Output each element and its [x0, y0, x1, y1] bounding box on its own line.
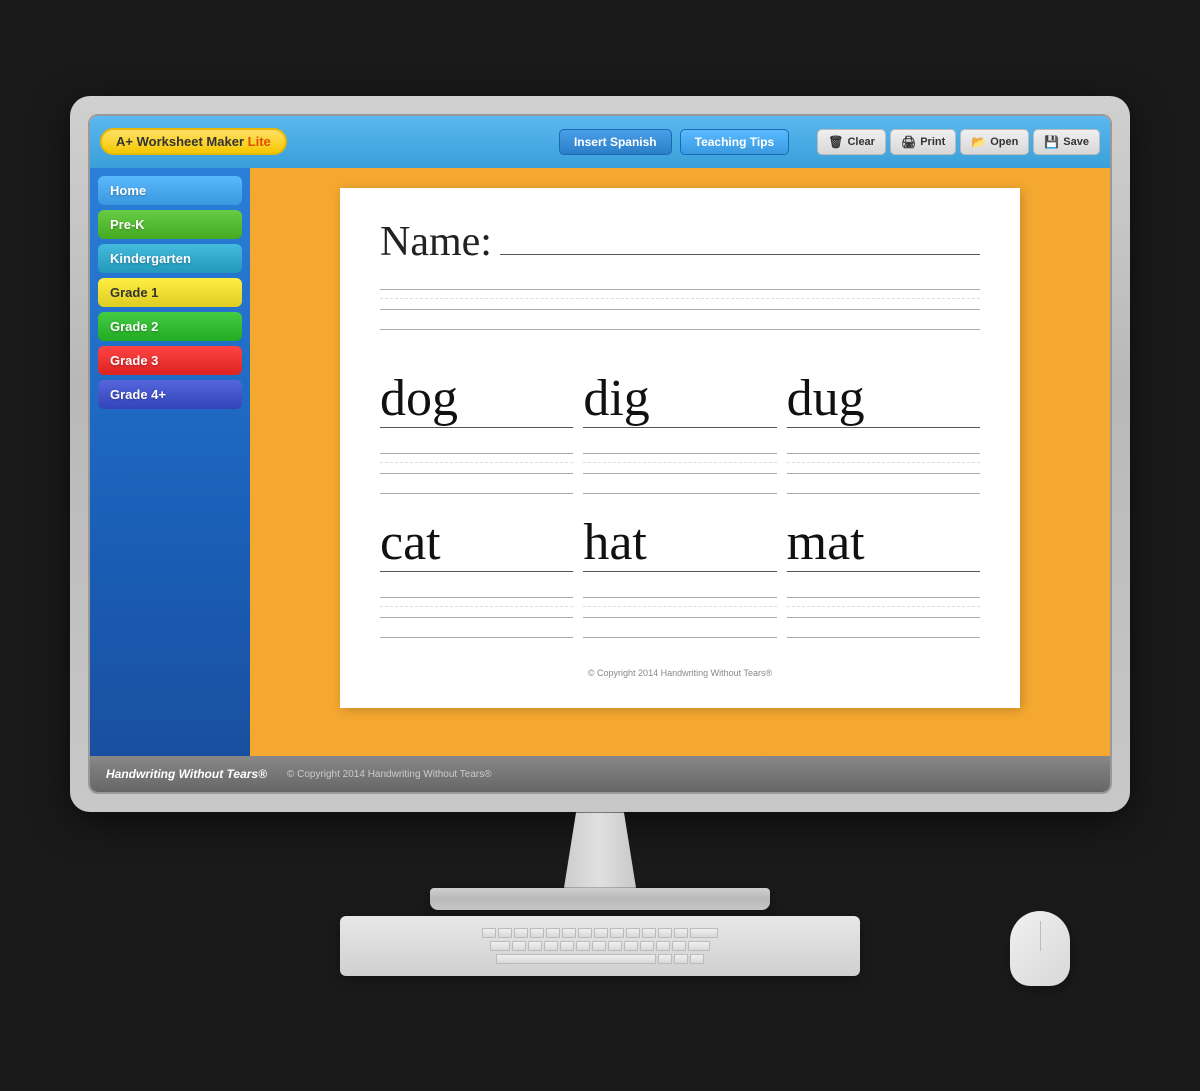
save-button[interactable]: 💾 Save: [1033, 129, 1100, 155]
print-button[interactable]: 🖨 Print: [890, 129, 956, 155]
sidebar-item-grade2[interactable]: Grade 2: [98, 312, 242, 341]
word-cell-cat: cat: [380, 504, 573, 648]
word-cell-hat: hat: [583, 504, 776, 648]
monitor-stand-neck: [540, 812, 660, 887]
footer-brand: Handwriting Without Tears®: [106, 767, 267, 781]
word-dog: dog: [380, 370, 573, 427]
word-cell-dig: dig: [583, 360, 776, 504]
keyboard: [340, 916, 860, 976]
mouse: [1010, 911, 1070, 986]
logo-badge: A+ Worksheet Maker Lite: [100, 128, 287, 155]
logo-lite: Lite: [248, 134, 271, 149]
app: A+ Worksheet Maker Lite Insert Spanish T…: [90, 116, 1110, 793]
monitor: A+ Worksheet Maker Lite Insert Spanish T…: [70, 96, 1130, 813]
header: A+ Worksheet Maker Lite Insert Spanish T…: [90, 116, 1110, 168]
print-icon: 🖨: [901, 135, 916, 149]
monitor-stand-base: [430, 888, 770, 911]
logo-text: A+ Worksheet Maker: [116, 134, 244, 149]
scene: A+ Worksheet Maker Lite Insert Spanish T…: [50, 96, 1150, 996]
name-section: Name:: [380, 218, 980, 330]
insert-spanish-button[interactable]: Insert Spanish: [559, 129, 672, 155]
teaching-tips-button[interactable]: Teaching Tips: [680, 129, 790, 155]
word-cell-dug: dug: [787, 360, 980, 504]
words-grid: dog dig: [380, 360, 980, 648]
main-area: Home Pre-K Kindergarten Grade 1 Grade 2 …: [90, 168, 1110, 757]
footer: Handwriting Without Tears® © Copyright 2…: [90, 756, 1110, 792]
sidebar-item-grade3[interactable]: Grade 3: [98, 346, 242, 375]
sidebar-item-home[interactable]: Home: [98, 176, 242, 205]
sidebar-item-grade1[interactable]: Grade 1: [98, 278, 242, 307]
clear-icon: 🗑: [828, 135, 843, 149]
clear-button[interactable]: 🗑 Clear: [817, 129, 886, 155]
open-icon: 📂: [971, 135, 986, 149]
tool-buttons: 🗑 Clear 🖨 Print 📂 Open 💾: [817, 129, 1100, 155]
word-hat: hat: [583, 514, 776, 571]
save-icon: 💾: [1044, 135, 1059, 149]
word-mat: mat: [787, 514, 980, 571]
name-label: Name:: [380, 218, 492, 266]
word-cell-mat: mat: [787, 504, 980, 648]
word-cat: cat: [380, 514, 573, 571]
worksheet-copyright: © Copyright 2014 Handwriting Without Tea…: [380, 668, 980, 678]
sidebar-item-kindergarten[interactable]: Kindergarten: [98, 244, 242, 273]
monitor-screen: A+ Worksheet Maker Lite Insert Spanish T…: [88, 114, 1112, 795]
word-dug: dug: [787, 370, 980, 427]
content-area: Name: dog: [250, 168, 1110, 757]
footer-copyright: © Copyright 2014 Handwriting Without Tea…: [287, 769, 492, 780]
sidebar-item-grade4[interactable]: Grade 4+: [98, 380, 242, 409]
word-cell-dog: dog: [380, 360, 573, 504]
worksheet: Name: dog: [340, 188, 1020, 708]
open-button[interactable]: 📂 Open: [960, 129, 1029, 155]
sidebar: Home Pre-K Kindergarten Grade 1 Grade 2 …: [90, 168, 250, 757]
sidebar-item-prek[interactable]: Pre-K: [98, 210, 242, 239]
word-dig: dig: [583, 370, 776, 427]
